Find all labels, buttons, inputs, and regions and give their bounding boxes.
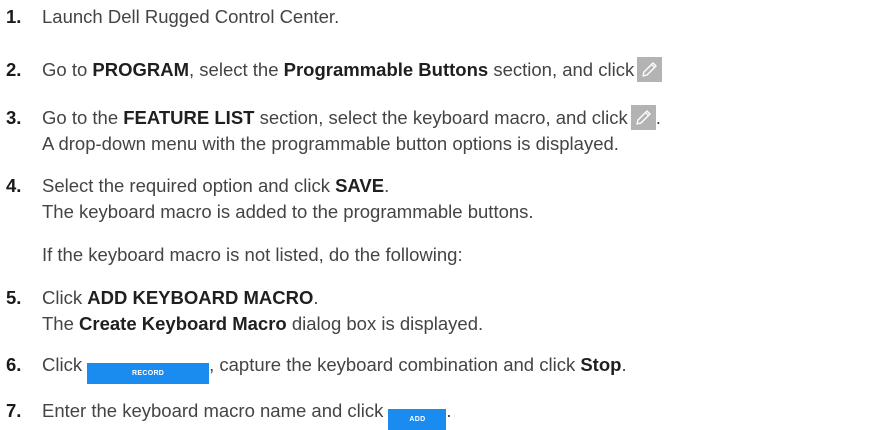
pencil-edit-icon [630, 105, 656, 130]
create-keyboard-macro-label: Create Keyboard Macro [79, 313, 287, 334]
programmable-buttons-label: Programmable Buttons [283, 59, 489, 80]
instruction-document: 1. Launch Dell Rugged Control Center. 2.… [0, 0, 889, 430]
save-label: SAVE [335, 175, 385, 196]
step-number: 3. [6, 107, 22, 128]
step-number: 1. [6, 6, 22, 27]
step-result: The keyboard macro is added to the progr… [42, 201, 534, 222]
feature-list-label: FEATURE LIST [123, 107, 255, 128]
step-number: 4. [6, 175, 22, 196]
step-text: Launch Dell Rugged Control Center. [42, 6, 340, 27]
add-keyboard-macro-label: ADD KEYBOARD MACRO [87, 287, 314, 308]
record-button-image: RECORD [87, 363, 210, 384]
conditional-note: If the keyboard macro is not listed, do … [42, 244, 463, 265]
step-number: 6. [6, 354, 22, 375]
add-button-image: ADD [388, 409, 447, 430]
step-result: A drop-down menu with the programmable b… [42, 133, 619, 154]
step-number: 7. [6, 400, 22, 421]
step-number: 5. [6, 287, 22, 308]
program-menu-label: PROGRAM [92, 59, 190, 80]
stop-label: Stop [580, 354, 622, 375]
step-number: 2. [6, 59, 22, 80]
pencil-edit-icon [637, 57, 663, 82]
